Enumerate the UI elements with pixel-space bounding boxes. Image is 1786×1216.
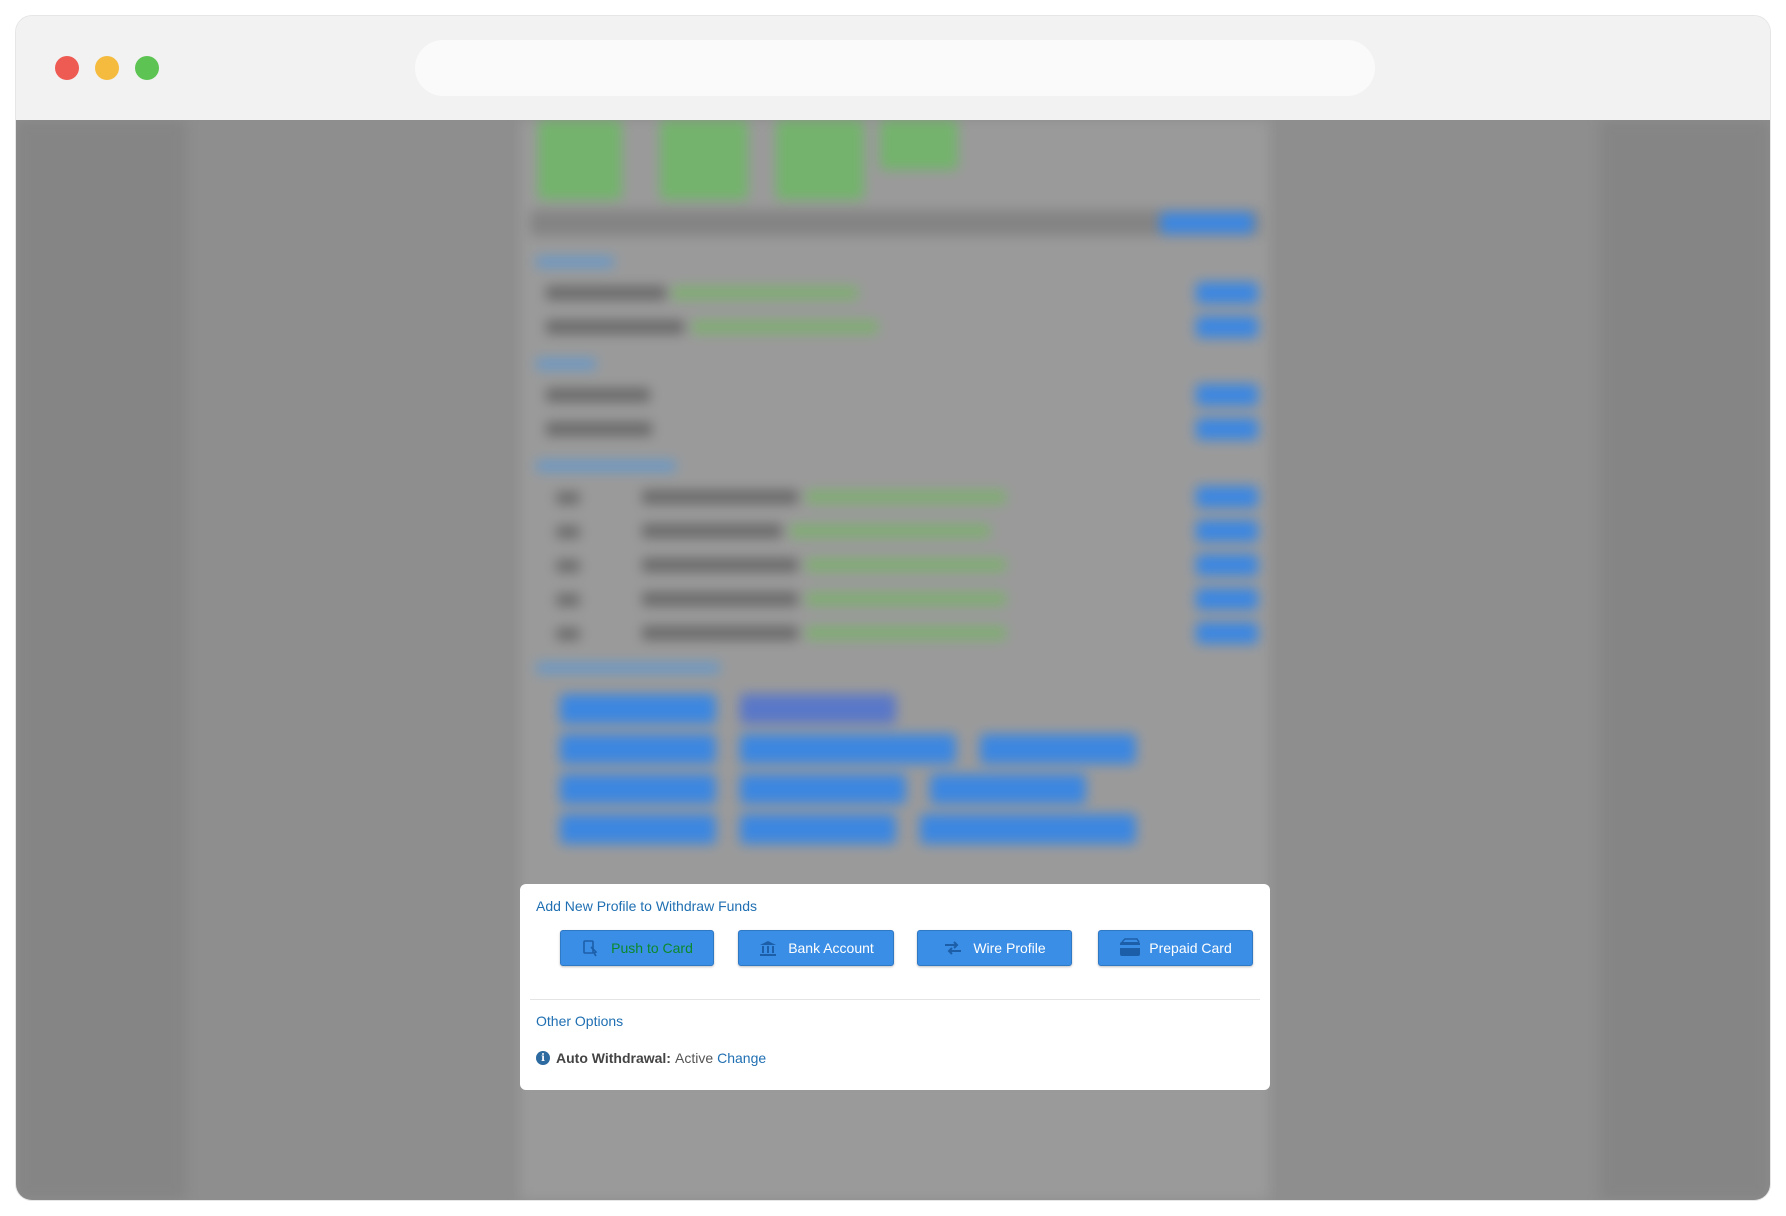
blurred-button <box>740 734 956 764</box>
blurred-text <box>672 286 858 300</box>
prepaid-card-button[interactable]: Prepaid Card <box>1098 930 1253 966</box>
blurred-button <box>740 814 896 844</box>
push-to-card-button[interactable]: Push to Card <box>560 930 714 966</box>
info-icon: i <box>536 1051 550 1065</box>
blurred-text <box>642 490 798 504</box>
blurred-text <box>546 422 652 436</box>
blurred-heading <box>536 460 676 472</box>
maximize-window-button[interactable] <box>135 56 159 80</box>
blurred-bar <box>530 210 1260 236</box>
blurred-button <box>1196 486 1258 508</box>
blurred-button <box>740 774 906 804</box>
blurred-block <box>660 120 748 200</box>
blurred-button <box>1196 282 1258 304</box>
background-left-shade <box>16 120 186 1200</box>
auto-withdrawal-row: i Auto Withdrawal: Active Change <box>536 1050 766 1066</box>
bank-account-button[interactable]: Bank Account <box>738 930 894 966</box>
blurred-text <box>806 490 1006 504</box>
push-to-card-label: Push to Card <box>611 940 693 956</box>
blurred-text <box>642 558 798 572</box>
blurred-block <box>538 120 622 200</box>
blurred-button <box>930 774 1086 804</box>
blurred-text <box>806 558 1006 572</box>
blurred-text <box>556 492 580 504</box>
card-tap-icon <box>581 938 601 958</box>
blurred-button <box>920 814 1136 844</box>
auto-withdrawal-status: Active <box>674 1050 714 1066</box>
browser-window: Add New Profile to Withdraw Funds Push t… <box>16 16 1770 1200</box>
blurred-text <box>556 560 580 572</box>
title-bar <box>16 16 1770 120</box>
bank-account-label: Bank Account <box>788 940 874 956</box>
blurred-button <box>1160 212 1254 234</box>
blurred-text <box>556 526 580 538</box>
prepaid-card-label: Prepaid Card <box>1149 940 1232 956</box>
other-options-heading: Other Options <box>536 1013 624 1029</box>
blurred-button <box>560 694 716 724</box>
panel-divider <box>530 999 1260 1000</box>
blurred-text <box>692 320 878 334</box>
change-auto-withdrawal-link[interactable]: Change <box>717 1050 766 1066</box>
blurred-block <box>776 120 864 200</box>
blurred-text <box>546 320 684 334</box>
blurred-text <box>790 524 990 538</box>
background-right-shade <box>1600 120 1770 1200</box>
blurred-text <box>546 286 666 300</box>
auto-withdrawal-label: Auto Withdrawal: <box>556 1050 671 1066</box>
blurred-button <box>560 734 716 764</box>
blurred-button <box>560 774 716 804</box>
address-bar[interactable] <box>415 40 1375 96</box>
blurred-button <box>1196 520 1258 542</box>
blurred-text <box>546 388 650 402</box>
blurred-text <box>642 524 782 538</box>
blurred-block <box>880 120 958 170</box>
blurred-heading <box>536 358 596 370</box>
blurred-button <box>560 814 716 844</box>
blurred-text <box>556 594 580 606</box>
close-window-button[interactable] <box>55 56 79 80</box>
blurred-text <box>806 626 1006 640</box>
blurred-button <box>1196 316 1258 338</box>
blurred-text <box>556 628 580 640</box>
blurred-button <box>1196 554 1258 576</box>
blurred-button <box>740 694 896 724</box>
blurred-heading <box>536 662 720 674</box>
blurred-text <box>806 592 1006 606</box>
withdraw-profile-panel: Add New Profile to Withdraw Funds Push t… <box>520 884 1270 1090</box>
blurred-text <box>642 626 798 640</box>
bank-icon <box>758 938 778 958</box>
wire-profile-button[interactable]: Wire Profile <box>917 930 1072 966</box>
blurred-button <box>1196 418 1258 440</box>
blurred-button <box>1196 588 1258 610</box>
minimize-window-button[interactable] <box>95 56 119 80</box>
blurred-button <box>980 734 1136 764</box>
blurred-text <box>642 592 798 606</box>
add-profile-heading: Add New Profile to Withdraw Funds <box>536 898 757 914</box>
blurred-button <box>1196 384 1258 406</box>
wire-profile-label: Wire Profile <box>973 940 1046 956</box>
blurred-heading <box>536 256 614 268</box>
transfer-arrows-icon <box>943 938 963 958</box>
prepaid-card-icon <box>1119 938 1141 958</box>
blurred-button <box>1196 622 1258 644</box>
